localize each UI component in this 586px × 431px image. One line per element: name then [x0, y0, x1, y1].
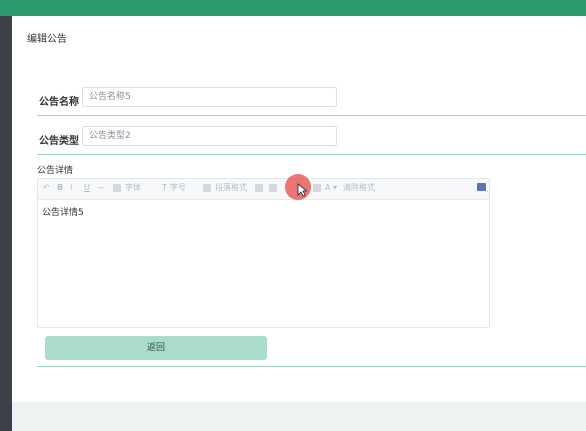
divider — [37, 154, 586, 155]
link-icon[interactable] — [313, 184, 321, 192]
footer-area — [12, 402, 586, 431]
italic-icon[interactable]: I — [70, 182, 72, 194]
paragraph-icon[interactable] — [203, 184, 211, 192]
font-size-icon[interactable]: T — [162, 182, 167, 194]
font-icon[interactable] — [113, 184, 121, 192]
announcement-name-label: 公告名称 — [39, 97, 79, 108]
editor-toolbar: ↶ B I U — 字体 T 字号 段落格式 A ▾ 清除格式 — [38, 179, 489, 200]
top-header-bar — [0, 0, 586, 16]
fullscreen-icon[interactable] — [477, 183, 486, 191]
announcement-type-input[interactable]: 公告类型2 — [82, 126, 337, 146]
divider — [37, 366, 586, 367]
undo-icon[interactable]: ↶ — [43, 182, 50, 194]
rich-text-editor[interactable]: ↶ B I U — 字体 T 字号 段落格式 A ▾ 清除格式 公告详情5 — [37, 178, 490, 328]
divider — [37, 115, 586, 116]
announcement-detail-label: 公告详情 — [37, 166, 74, 176]
strikethrough-icon[interactable]: — — [97, 182, 105, 194]
text-color-icon[interactable]: A ▾ — [325, 182, 337, 194]
page-title: 编辑公告 — [27, 34, 67, 45]
underline-icon[interactable]: U — [84, 182, 90, 194]
font-size-select[interactable]: 字号 — [170, 182, 186, 194]
image-icon[interactable] — [269, 184, 277, 192]
left-sidebar — [0, 16, 12, 431]
announcement-type-label: 公告类型 — [39, 136, 79, 147]
announcement-name-input[interactable]: 公告名称5 — [82, 87, 337, 107]
font-family-select[interactable]: 字体 — [125, 182, 141, 194]
main-content: 编辑公告 公告名称 公告名称5 公告类型 公告类型2 公告详情 ↶ B I U … — [12, 16, 586, 402]
paragraph-format-select[interactable]: 段落格式 — [215, 182, 247, 194]
back-button[interactable]: 返回 — [45, 336, 267, 360]
clear-format-button[interactable]: 清除格式 — [343, 182, 375, 194]
editor-content[interactable]: 公告详情5 — [42, 205, 84, 218]
table-icon[interactable] — [255, 184, 263, 192]
bold-icon[interactable]: B — [57, 182, 63, 194]
mouse-pointer-icon — [297, 183, 307, 197]
